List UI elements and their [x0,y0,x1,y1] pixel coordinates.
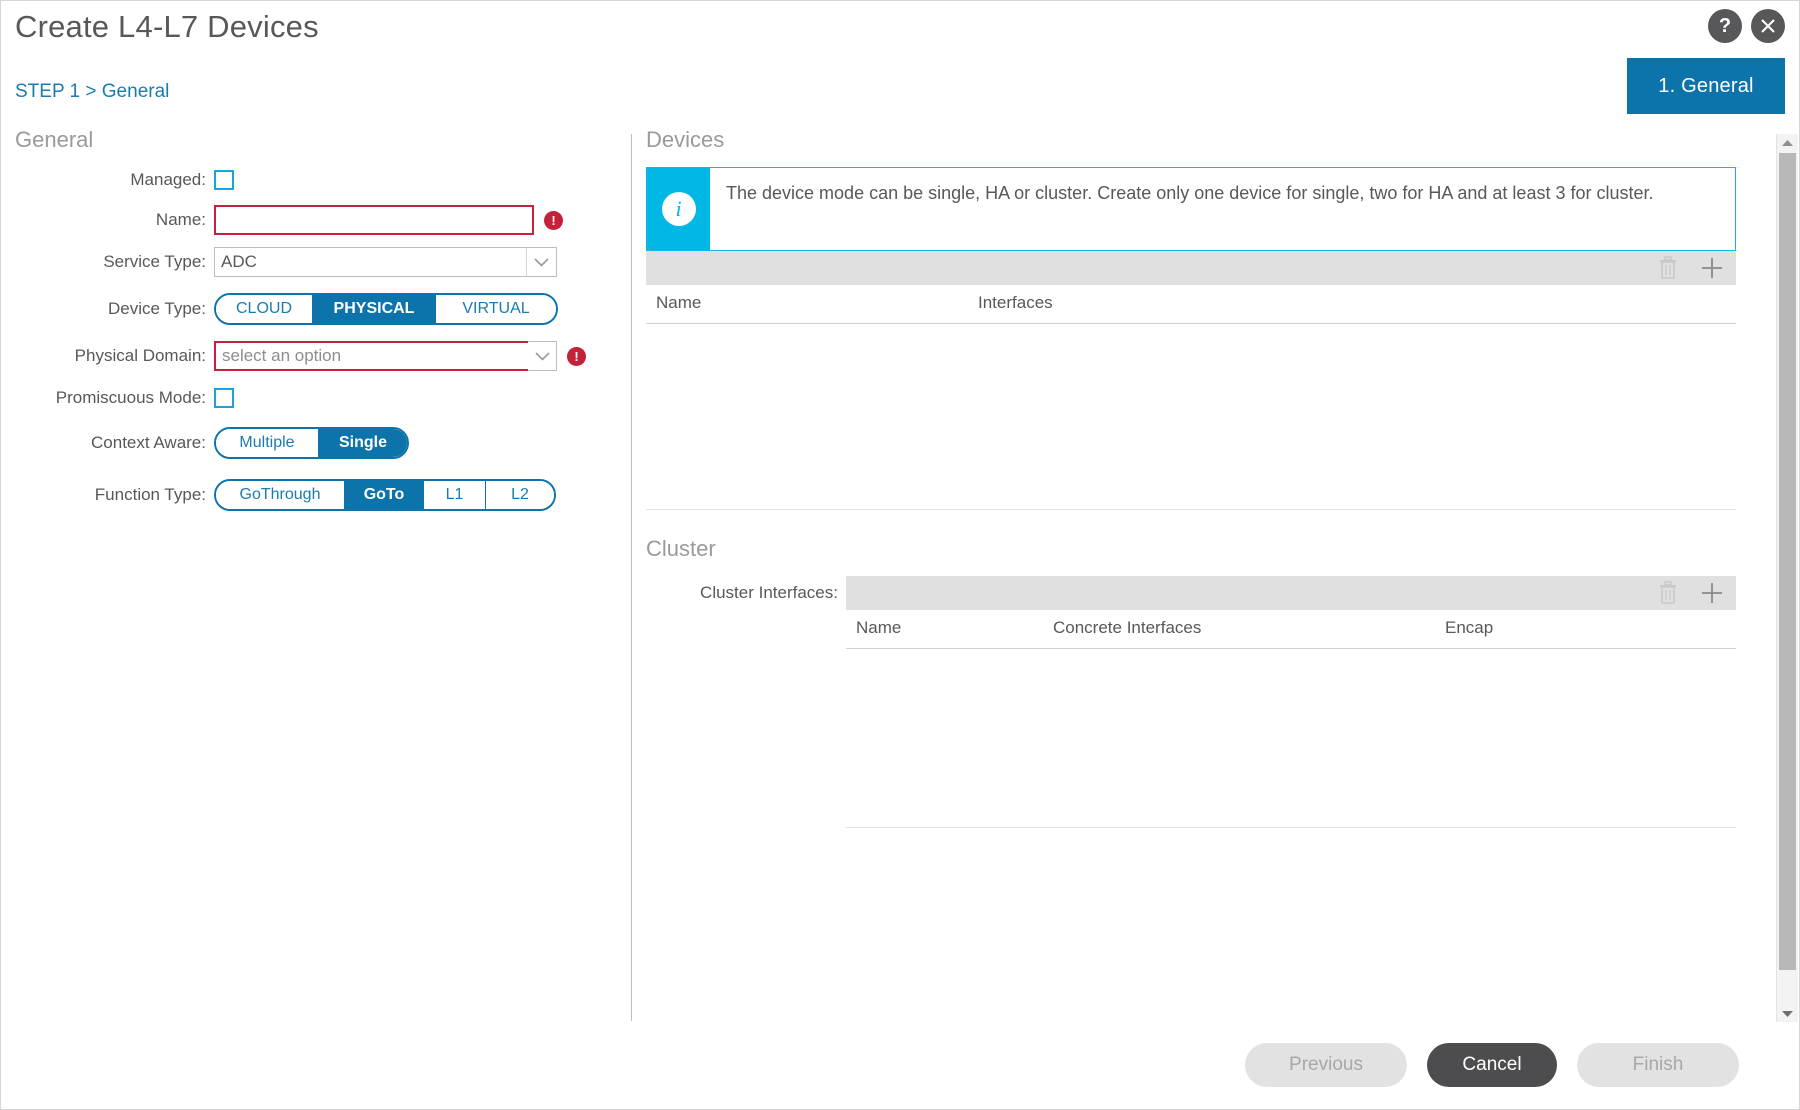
function-type-option-goto[interactable]: GoTo [345,481,424,509]
exclamation-icon: ! [551,214,555,227]
close-button[interactable] [1751,9,1785,43]
name-error-badge: ! [544,211,563,230]
cluster-table-header: Name Concrete Interfaces Encap [846,610,1736,649]
plus-icon[interactable] [1700,256,1724,280]
header-icon-group: ? [1708,9,1785,43]
scroll-down-button[interactable] [1777,1005,1798,1022]
devices-info-message: The device mode can be single, HA or clu… [710,168,1735,250]
page-title: Create L4-L7 Devices [15,9,319,45]
step-tab-general[interactable]: 1. General [1627,58,1785,114]
dialog-footer: Previous Cancel Finish [1,1021,1799,1109]
info-circle-icon: i [662,192,696,226]
create-l4-l7-devices-dialog: Create L4-L7 Devices STEP 1 > General ? … [0,0,1800,1110]
field-row-name: Name: ! [1,205,631,235]
triangle-up-icon [1781,139,1794,147]
cluster-interfaces-table: Name Concrete Interfaces Encap [846,576,1736,828]
exclamation-icon: ! [574,350,578,363]
managed-label: Managed: [1,170,214,190]
field-row-managed: Managed: [1,167,631,193]
physical-domain-label: Physical Domain: [1,346,214,366]
cluster-col-concrete-interfaces: Concrete Interfaces [1053,618,1445,638]
promiscuous-mode-label: Promiscuous Mode: [1,388,214,408]
promiscuous-mode-checkbox[interactable] [214,388,234,408]
triangle-down-icon [1781,1010,1794,1018]
trash-icon[interactable] [1658,256,1678,280]
plus-icon[interactable] [1700,581,1724,605]
field-row-promiscuous-mode: Promiscuous Mode: [1,385,631,411]
function-type-option-gothrough[interactable]: GoThrough [216,481,345,509]
devices-section-title: Devices [646,127,1736,153]
cluster-interfaces-label: Cluster Interfaces: [646,576,846,603]
info-banner-icon-column: i [647,168,710,250]
general-form-panel: General Managed: Name: ! Service Type: A… [1,127,631,1021]
help-button[interactable]: ? [1708,9,1742,43]
name-input[interactable] [214,205,534,235]
panel-divider [631,134,632,1021]
cluster-section-title: Cluster [646,536,1736,562]
name-label: Name: [1,210,214,230]
device-type-segmented-control: CLOUD PHYSICAL VIRTUAL [214,293,558,325]
field-row-context-aware: Context Aware: Multiple Single [1,427,631,459]
cluster-interfaces-row: Cluster Interfaces: [646,576,1736,828]
previous-button[interactable]: Previous [1245,1043,1407,1087]
service-type-value: ADC [215,252,526,272]
field-row-function-type: Function Type: GoThrough GoTo L1 L2 [1,479,631,511]
devices-col-interfaces: Interfaces [978,293,1053,313]
context-aware-option-multiple[interactable]: Multiple [216,429,319,457]
cancel-button[interactable]: Cancel [1427,1043,1557,1087]
cluster-col-name: Name [856,618,1053,638]
scrollbar-thumb[interactable] [1779,153,1796,970]
function-type-segmented-control: GoThrough GoTo L1 L2 [214,479,556,511]
scroll-up-button[interactable] [1777,134,1798,151]
function-type-label: Function Type: [1,485,214,505]
context-aware-label: Context Aware: [1,433,214,453]
devices-table-header: Name Interfaces [646,285,1736,324]
devices-col-name: Name [656,293,978,313]
service-type-label: Service Type: [1,252,214,272]
cluster-table-body[interactable] [846,649,1736,827]
finish-button[interactable]: Finish [1577,1043,1739,1087]
question-mark-icon: ? [1719,16,1731,36]
function-type-option-l2[interactable]: L2 [486,481,554,509]
context-aware-segmented-control: Multiple Single [214,427,409,459]
service-type-select[interactable]: ADC [214,247,557,277]
context-aware-option-single[interactable]: Single [319,429,407,457]
field-row-service-type: Service Type: ADC [1,247,631,277]
right-panel-scrollbar[interactable] [1776,134,1798,1022]
devices-table-body[interactable] [646,324,1736,509]
devices-table-toolbar [646,251,1736,285]
cluster-table-bottom-rule [846,827,1736,828]
trash-icon[interactable] [1658,581,1678,605]
function-type-option-l1[interactable]: L1 [424,481,486,509]
physical-domain-error-badge: ! [567,347,586,366]
close-x-icon [1759,17,1777,35]
general-section-title: General [15,127,631,153]
field-row-device-type: Device Type: CLOUD PHYSICAL VIRTUAL [1,293,631,325]
cluster-col-encap: Encap [1445,618,1493,638]
managed-checkbox[interactable] [214,170,234,190]
devices-cluster-panel: Devices i The device mode can be single,… [646,127,1736,1021]
device-type-label: Device Type: [1,299,214,319]
chevron-down-icon [526,248,556,276]
device-type-option-physical[interactable]: PHYSICAL [313,295,436,323]
devices-table-bottom-rule [646,509,1736,510]
device-type-option-cloud[interactable]: CLOUD [216,295,313,323]
physical-domain-value: select an option [216,346,532,366]
chevron-down-icon [528,341,557,371]
cluster-table-toolbar [846,576,1736,610]
field-row-physical-domain: Physical Domain: select an option ! [1,341,631,371]
devices-info-banner: i The device mode can be single, HA or c… [646,167,1736,251]
breadcrumb[interactable]: STEP 1 > General [15,81,169,103]
device-type-option-virtual[interactable]: VIRTUAL [436,295,556,323]
physical-domain-select[interactable]: select an option [214,341,534,371]
